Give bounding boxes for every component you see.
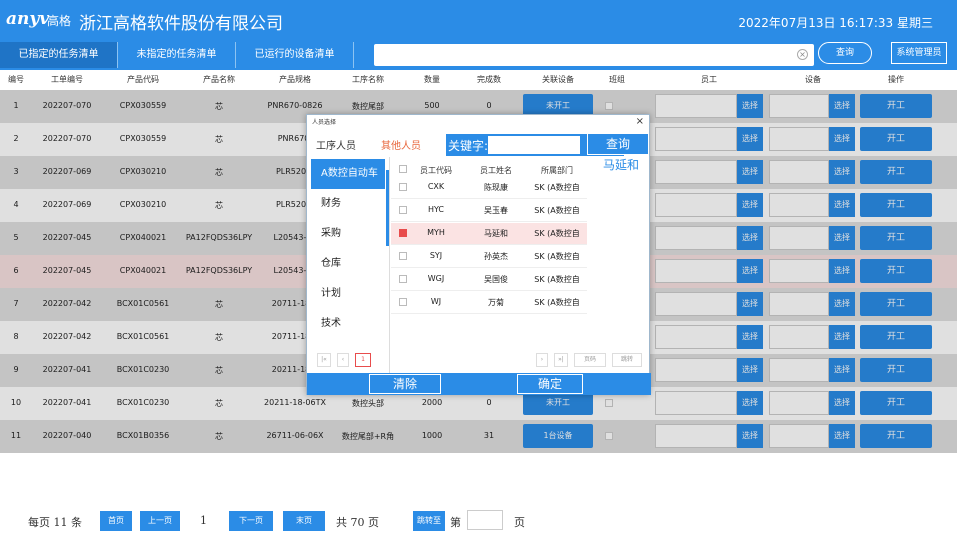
dialog-jump-button[interactable]: 跳转 — [612, 353, 642, 367]
company-logo: anyv — [6, 9, 50, 29]
employee-code: WJ — [430, 297, 442, 306]
first-page-button[interactable]: 首页 — [100, 511, 132, 531]
dialog-last-page[interactable]: »| — [554, 353, 568, 367]
selected-staff: 马延和 — [603, 158, 640, 172]
employee-dept: SK (A数控自 — [534, 229, 580, 238]
staff-select-dialog: 人员选择 × 工序人员 其他人员 关键字: 查询 马延和 A数控自动车 财务 采购仓… — [306, 114, 651, 395]
jump-suffix: 页 — [514, 516, 525, 529]
col-emp-code: 员工代码 — [420, 166, 452, 175]
admin-button[interactable]: 系统管理员 — [891, 42, 947, 64]
clear-button[interactable]: 清除 — [369, 374, 441, 394]
col-assoc: 关联设备 — [542, 75, 574, 84]
employee-row[interactable]: MYH 马延和 SK (A数控自 — [391, 223, 587, 245]
employee-name: 陈现康 — [484, 183, 508, 192]
dialog-prev-page[interactable]: ‹ — [337, 353, 349, 367]
employee-name: 孙英杰 — [484, 252, 508, 261]
employee-checkbox[interactable] — [399, 275, 407, 283]
col-no: 编号 — [8, 75, 24, 84]
employee-dept: SK (A数控自 — [534, 252, 580, 261]
tab-other-staff[interactable]: 其他人员 — [381, 137, 421, 152]
jump-button[interactable]: 跳转至 — [413, 511, 445, 531]
employee-code: WGJ — [427, 274, 445, 283]
dialog-next-page[interactable]: › — [536, 353, 548, 367]
employee-dept: SK (A数控自 — [534, 275, 580, 284]
employee-code: SYJ — [429, 251, 443, 260]
tab-bar: 已指定的任务清单 未指定的任务清单 已运行的设备清单 × 查询 系统管理员 — [0, 42, 957, 70]
page-size-text: 每页 11 条 — [28, 516, 82, 529]
dept-item[interactable]: 计划 — [311, 279, 385, 309]
employee-code: MYH — [427, 228, 445, 237]
col-team: 班组 — [609, 75, 625, 84]
tab-unassigned-tasks[interactable]: 未指定的任务清单 — [118, 42, 236, 68]
col-device: 设备 — [805, 75, 821, 84]
employee-row[interactable]: WGJ 吴国俊 SK (A数控自 — [391, 269, 587, 291]
search-input[interactable]: × — [374, 44, 814, 66]
employee-name: 吴玉春 — [484, 206, 508, 215]
dialog-page-number[interactable]: 1 — [355, 353, 371, 367]
employee-checkbox[interactable] — [399, 252, 407, 260]
jump-page-input[interactable] — [467, 510, 503, 530]
tab-process-staff[interactable]: 工序人员 — [316, 137, 356, 152]
dept-item[interactable]: A数控自动车 — [311, 159, 385, 189]
dept-item[interactable]: 仓库 — [311, 249, 385, 279]
confirm-button[interactable]: 确定 — [517, 374, 583, 394]
close-icon[interactable]: × — [636, 116, 644, 127]
employee-checkbox[interactable] — [399, 206, 407, 214]
divider — [389, 157, 390, 373]
employee-code: CXK — [427, 182, 445, 191]
employee-row[interactable]: SYJ 孙英杰 SK (A数控自 — [391, 246, 587, 268]
col-emp-name: 员工姓名 — [480, 166, 512, 175]
employee-row[interactable]: WJ 万菊 SK (A数控自 — [391, 292, 587, 314]
col-emp-dept: 所属部门 — [541, 166, 573, 175]
col-qty: 数量 — [424, 75, 440, 84]
dialog-goto-input[interactable]: 页码 — [574, 353, 606, 367]
employee-dept: SK (A数控自 — [534, 206, 580, 215]
col-done: 完成数 — [477, 75, 501, 84]
dialog-query-button[interactable]: 查询 — [587, 133, 649, 155]
dialog-first-page[interactable]: |« — [317, 353, 331, 367]
jump-prefix: 第 — [450, 516, 461, 529]
employee-name: 万菊 — [488, 298, 504, 307]
keyword-label: 关键字: — [448, 139, 489, 153]
col-employee: 员工 — [701, 75, 717, 84]
col-process: 工序名称 — [352, 75, 384, 84]
col-code: 产品代码 — [127, 75, 159, 84]
next-page-button[interactable]: 下一页 — [229, 511, 273, 531]
employee-checkbox[interactable] — [399, 298, 407, 306]
employee-name: 吴国俊 — [484, 275, 508, 284]
top-bar: anyv 高格 浙江高格软件股份有限公司 2022年07月13日 16:17:3… — [0, 0, 957, 42]
total-pages: 共 70 页 — [336, 516, 379, 529]
tab-running-devices[interactable]: 已运行的设备清单 — [236, 42, 354, 68]
employee-row[interactable]: HYC 吴玉春 SK (A数控自 — [391, 200, 587, 222]
employee-name: 马延和 — [484, 229, 508, 238]
dept-item[interactable]: 财务 — [311, 189, 385, 219]
dept-item[interactable]: 采购 — [311, 219, 385, 249]
table-header: 编号 工单编号 产品代码 产品名称 产品规格 工序名称 数量 完成数 关联设备 … — [0, 70, 957, 90]
employee-code: HYC — [427, 205, 445, 214]
clear-icon[interactable]: × — [797, 49, 808, 60]
dept-item[interactable]: 技术 — [311, 309, 385, 339]
company-logo-cn: 高格 — [47, 14, 72, 28]
employee-checkbox[interactable] — [399, 229, 407, 237]
col-spec: 产品规格 — [279, 75, 311, 84]
dialog-footer: 清除 确定 — [307, 373, 651, 395]
tab-assigned-tasks[interactable]: 已指定的任务清单 — [0, 42, 118, 68]
prev-page-button[interactable]: 上一页 — [140, 511, 180, 531]
col-name: 产品名称 — [203, 75, 235, 84]
col-action: 操作 — [888, 75, 904, 84]
datetime-display: 2022年07月13日 16:17:33 星期三 — [738, 16, 933, 30]
employee-dept: SK (A数控自 — [534, 183, 580, 192]
employee-checkbox[interactable] — [399, 183, 407, 191]
col-order: 工单编号 — [51, 75, 83, 84]
keyword-input[interactable] — [488, 136, 580, 154]
employee-dept: SK (A数控自 — [534, 298, 580, 307]
company-name: 浙江高格软件股份有限公司 — [79, 14, 283, 34]
query-button[interactable]: 查询 — [818, 42, 872, 64]
last-page-button[interactable]: 末页 — [283, 511, 325, 531]
employee-row[interactable]: CXK 陈现康 SK (A数控自 — [391, 177, 587, 199]
current-page: 1 — [200, 514, 207, 527]
dialog-title: 人员选择 — [312, 119, 337, 126]
